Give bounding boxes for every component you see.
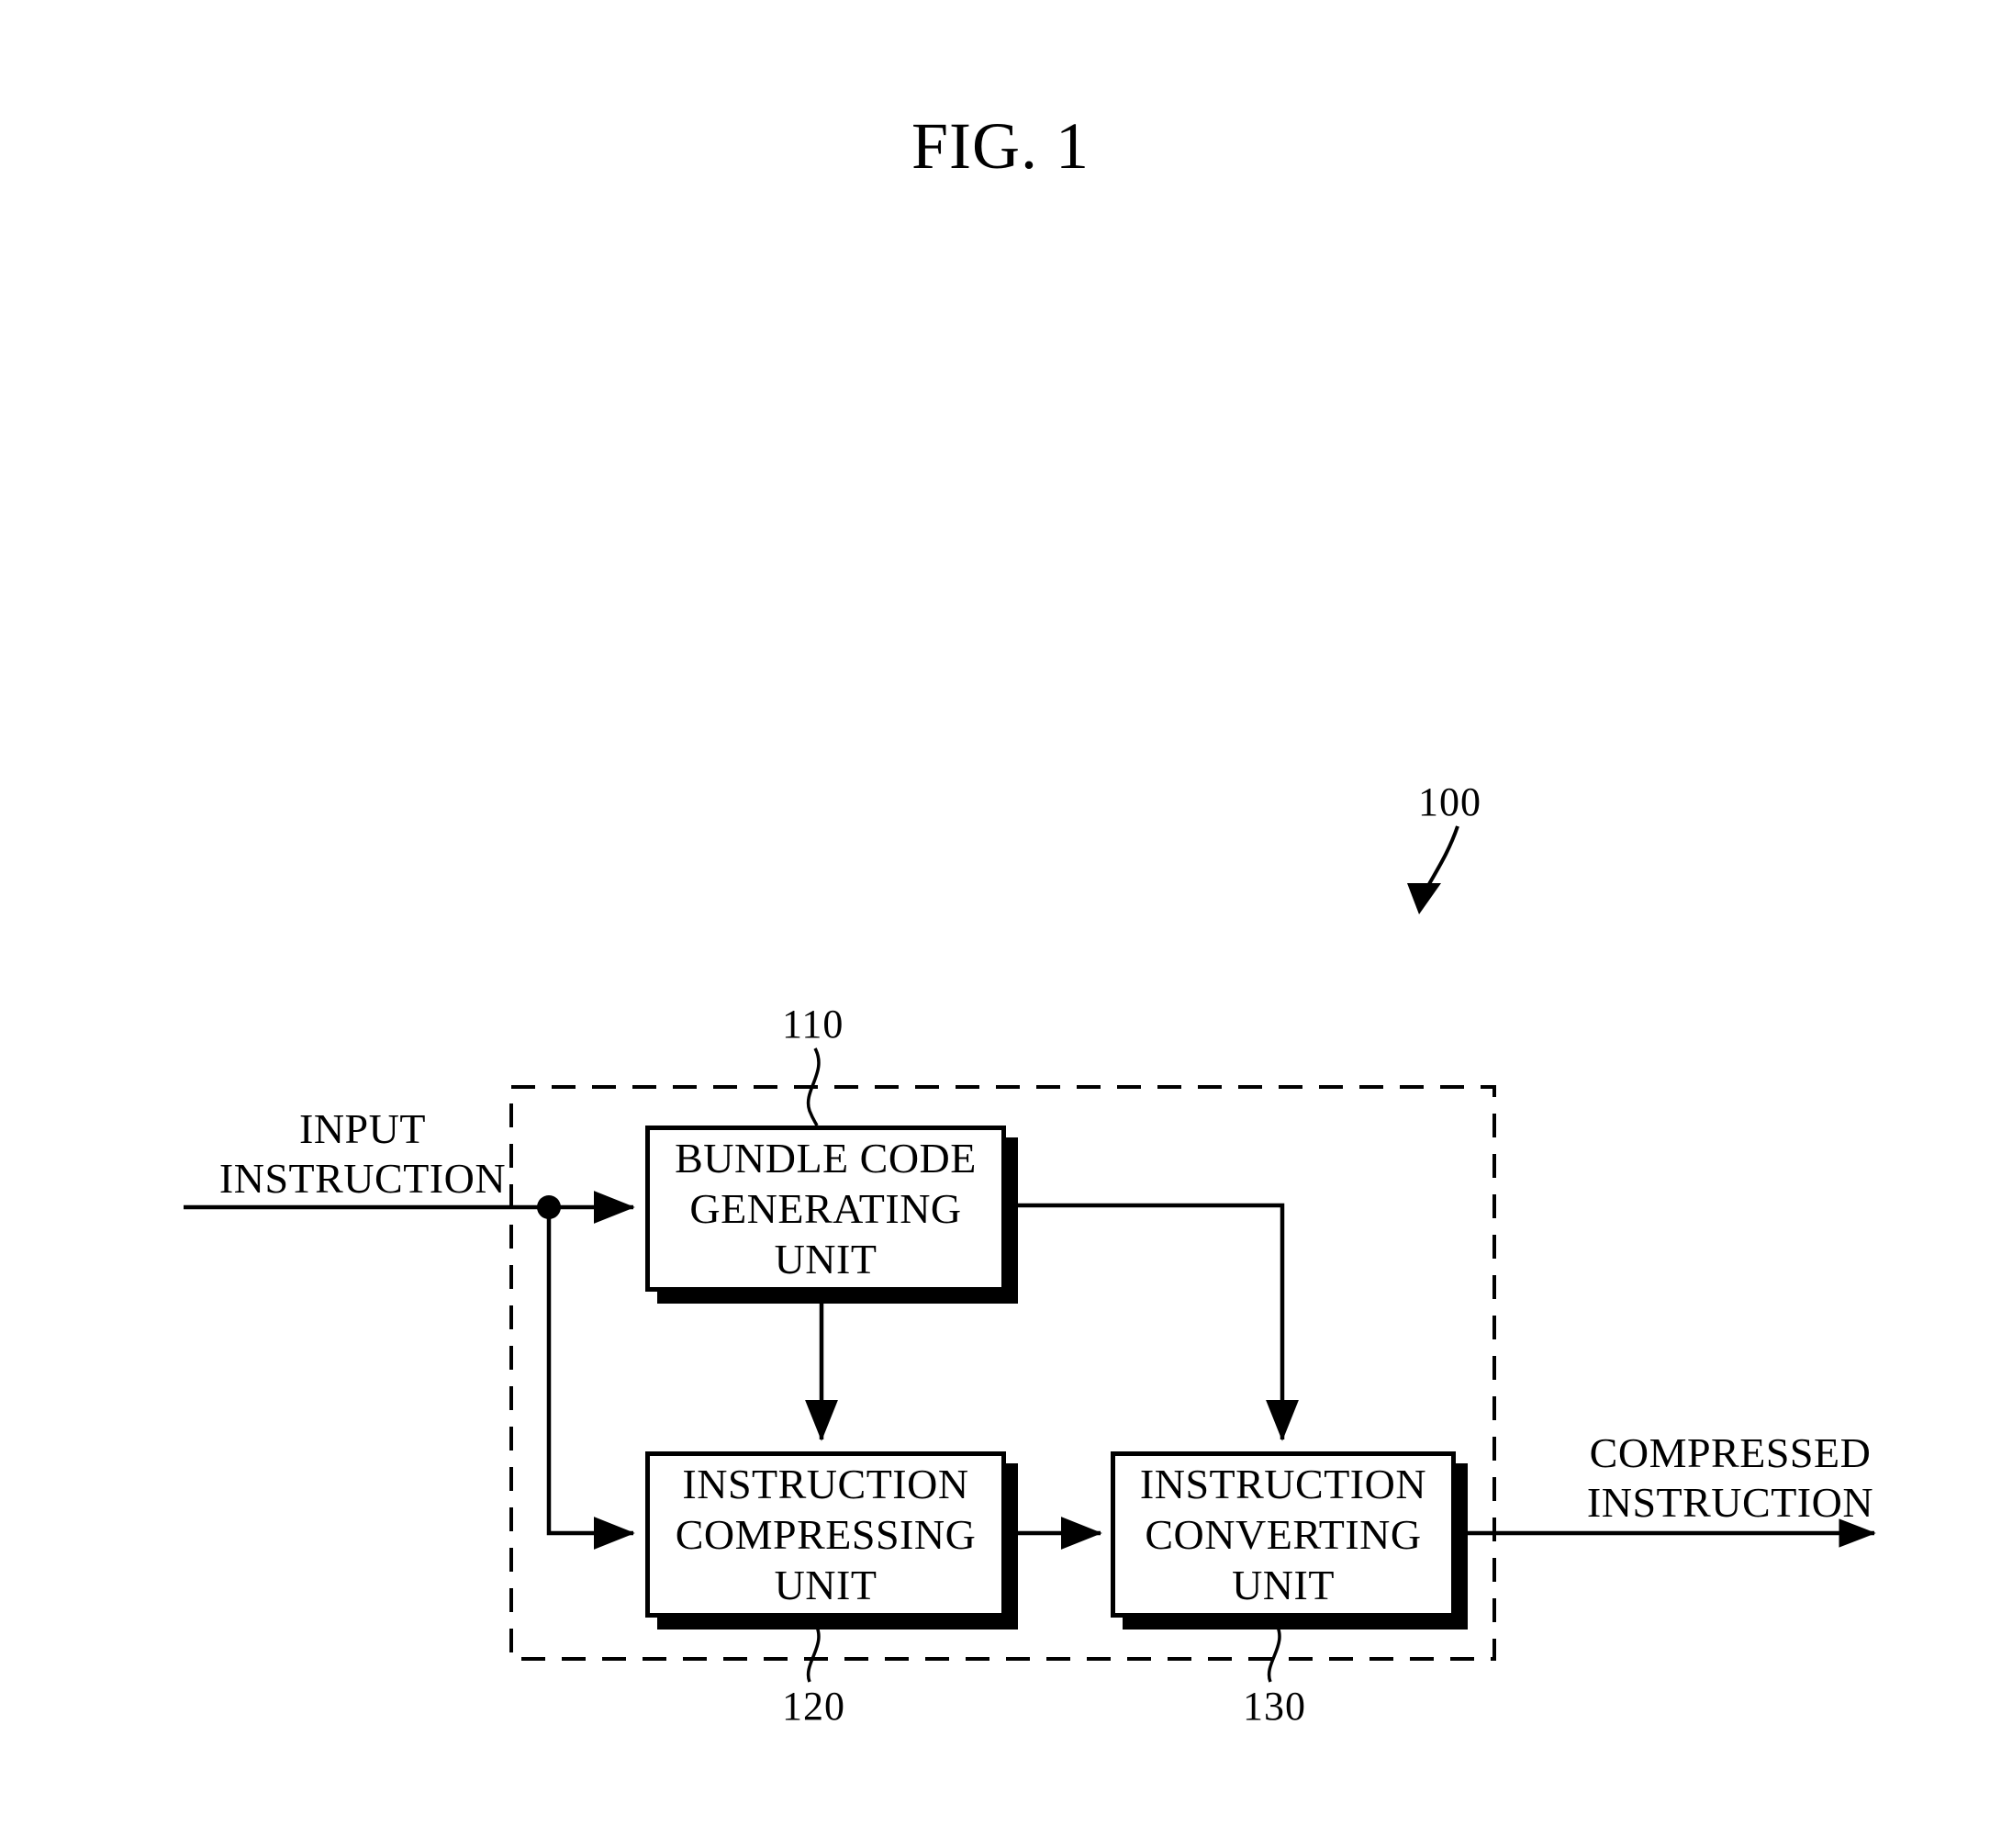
leader-arrowhead-100 [1407,883,1441,914]
instruction-compressing-unit-box[interactable]: INSTRUCTION COMPRESSING UNIT [645,1451,1006,1618]
reference-numeral-130: 130 [1243,1684,1306,1729]
leader-line-120 [806,1622,821,1683]
instruction-converting-unit-label: INSTRUCTION CONVERTING UNIT [1139,1460,1427,1609]
bundle-code-generating-unit-box[interactable]: BUNDLE CODE GENERATING UNIT [645,1126,1006,1292]
input-instruction-label: INPUT INSTRUCTION [218,1105,507,1203]
reference-numeral-120: 120 [782,1684,845,1729]
patent-figure-page: FIG. 1 BUNDLE CODE GENERATING UNIT INSTR… [0,0,2001,1848]
bundle-code-generating-unit-label: BUNDLE CODE GENERATING UNIT [675,1134,977,1283]
instruction-compressing-unit-label: INSTRUCTION COMPRESSING UNIT [675,1460,977,1609]
compressed-instruction-label: COMPRESSED INSTRUCTION [1586,1429,1874,1527]
connector-bundle-code-unit-to-converting-unit [1008,1203,1299,1441]
leader-line-130 [1267,1622,1281,1683]
reference-numeral-100: 100 [1418,779,1481,824]
reference-numeral-110: 110 [782,1002,844,1047]
instruction-converting-unit-box[interactable]: INSTRUCTION CONVERTING UNIT [1111,1451,1456,1618]
connector-input-to-compressing-unit [546,1207,635,1550]
